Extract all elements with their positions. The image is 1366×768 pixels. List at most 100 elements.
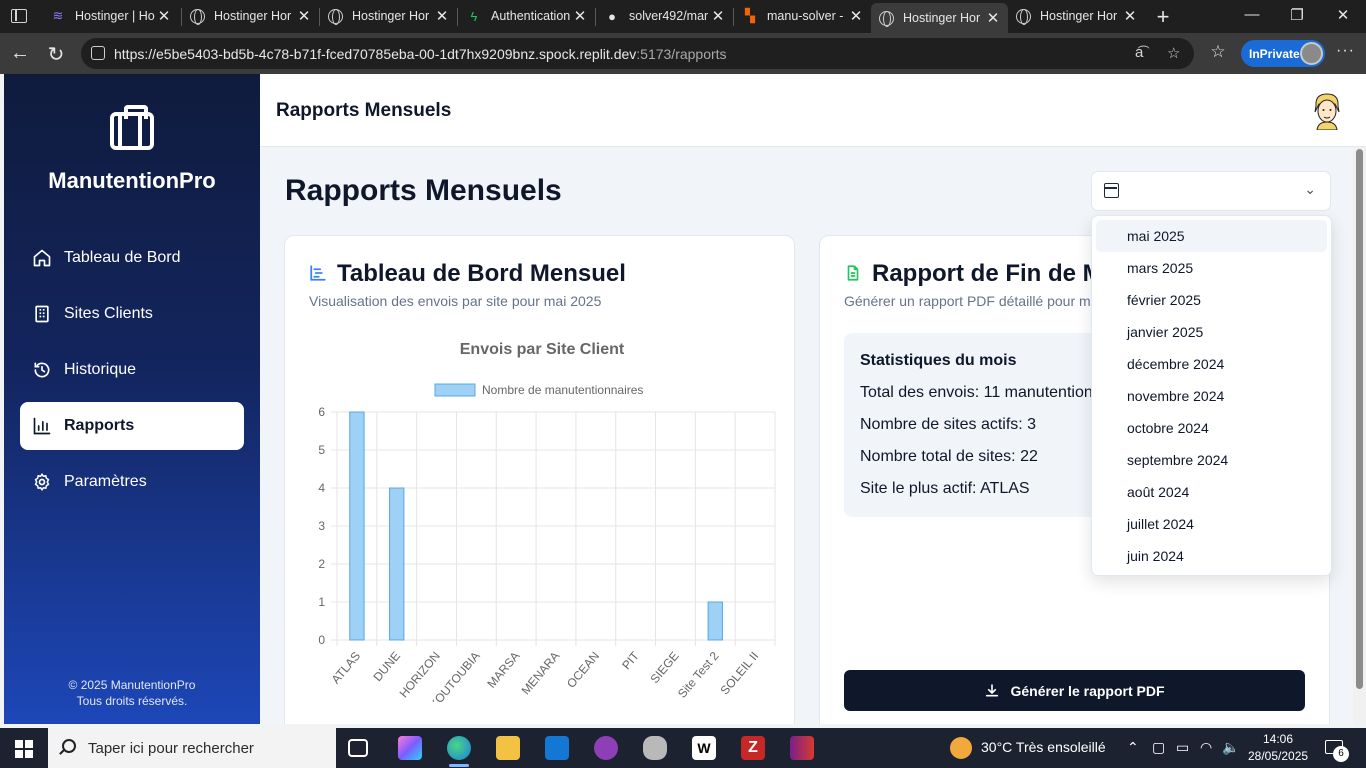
sidebar-item-rapports[interactable]: Rapports bbox=[20, 402, 244, 450]
winrar-icon[interactable] bbox=[790, 736, 814, 760]
tab-actions-icon[interactable] bbox=[11, 9, 27, 23]
download-icon bbox=[986, 683, 999, 696]
close-tab-icon[interactable]: ✕ bbox=[1121, 7, 1139, 25]
month-option[interactable]: décembre 2024 bbox=[1096, 348, 1327, 380]
globe-icon bbox=[190, 8, 205, 25]
x-tick-label: Site Test 2 bbox=[675, 649, 722, 701]
chart-gantt-icon bbox=[310, 265, 326, 281]
browser-tab[interactable]: ▚ manu-solver - ✕ bbox=[734, 3, 871, 29]
scrollbar-thumb[interactable] bbox=[1356, 149, 1363, 689]
bar[interactable] bbox=[707, 601, 723, 641]
monthly-dashboard-card: Tableau de Bord Mensuel Visualisation de… bbox=[284, 235, 795, 724]
page-scrollbar[interactable] bbox=[1353, 147, 1366, 724]
address-bar-row: ← ↻ https://e5be5403-bd5b-4c78-b71f-fced… bbox=[0, 33, 1366, 74]
month-option[interactable]: mai 2025 bbox=[1096, 220, 1327, 252]
refresh-icon[interactable]: ↻ bbox=[44, 42, 68, 67]
mail-icon[interactable] bbox=[545, 736, 569, 760]
database-icon[interactable] bbox=[643, 736, 667, 760]
generate-pdf-button[interactable]: Générer le rapport PDF bbox=[844, 670, 1305, 711]
browser-menu-icon[interactable]: ··· bbox=[1336, 42, 1355, 60]
search-placeholder: Taper ici pour rechercher bbox=[88, 739, 254, 757]
weather-text[interactable]: 30°C Très ensoleillé bbox=[981, 739, 1106, 755]
month-option[interactable]: janvier 2025 bbox=[1096, 316, 1327, 348]
month-option[interactable]: février 2025 bbox=[1096, 284, 1327, 316]
url-field[interactable]: https://e5be5403-bd5b-4c78-b71f-fced7078… bbox=[81, 38, 1194, 69]
top-header: Rapports Mensuels bbox=[260, 74, 1366, 147]
tab-title: Authentication bbox=[491, 9, 571, 23]
month-select[interactable]: ⌄ bbox=[1091, 171, 1331, 211]
tab-title: Hostinger Hor bbox=[903, 11, 981, 25]
copilot-icon[interactable] bbox=[398, 736, 422, 760]
close-tab-icon[interactable]: ✕ bbox=[295, 7, 313, 25]
sidebar-item-tableau-de-bord[interactable]: Tableau de Bord bbox=[20, 234, 244, 282]
taskbar-clock[interactable]: 14:06 28/05/2025 bbox=[1248, 731, 1308, 765]
brand-name: ManutentionPro bbox=[48, 168, 216, 193]
sidebar-item-sites-clients[interactable]: Sites Clients bbox=[20, 290, 244, 338]
read-aloud-icon[interactable]: a͡ bbox=[1135, 44, 1143, 61]
browser-tab[interactable]: ϟ Authentication ✕ bbox=[458, 3, 595, 29]
close-tab-icon[interactable]: ✕ bbox=[155, 7, 173, 25]
bar[interactable] bbox=[389, 487, 405, 641]
y-tick-label: 1 bbox=[318, 595, 325, 609]
month-option[interactable]: juillet 2024 bbox=[1096, 508, 1327, 540]
rights-text: Tous droits réservés. bbox=[76, 694, 188, 708]
x-tick-label: DUNE bbox=[370, 649, 403, 684]
month-option[interactable]: novembre 2024 bbox=[1096, 380, 1327, 412]
month-option[interactable]: juin 2024 bbox=[1096, 540, 1327, 572]
chart-x-axis: ATLAS DUNEHORIZONKOUTOUBIA MARSAMENARA OCEA… bbox=[329, 648, 762, 702]
windows-start-icon[interactable] bbox=[15, 740, 33, 758]
user-avatar[interactable] bbox=[1312, 92, 1342, 130]
home-icon bbox=[33, 249, 51, 267]
x-tick-label: MARSA bbox=[484, 649, 522, 691]
globe-icon bbox=[328, 8, 343, 25]
chevron-up-icon[interactable]: ⌃ bbox=[1127, 739, 1139, 756]
browser-tab[interactable]: Hostinger Hor ✕ bbox=[1008, 3, 1145, 29]
tab-title: solver492/mar bbox=[629, 9, 709, 23]
month-option[interactable]: septembre 2024 bbox=[1096, 444, 1327, 476]
month-dropdown: mai 2025 mars 2025 février 2025 janvier … bbox=[1091, 215, 1332, 576]
close-window-icon[interactable]: ✕ bbox=[1328, 6, 1358, 24]
browser-tab[interactable]: ● solver492/mar ✕ bbox=[596, 3, 733, 29]
favorite-star-icon[interactable]: ☆ bbox=[1167, 44, 1180, 62]
close-tab-icon[interactable]: ✕ bbox=[984, 9, 1002, 27]
replit-icon: ▚ bbox=[745, 8, 755, 23]
sidebar-item-historique[interactable]: Historique bbox=[20, 346, 244, 394]
calendar-icon bbox=[1104, 183, 1119, 198]
month-option[interactable]: octobre 2024 bbox=[1096, 412, 1327, 444]
minimize-icon[interactable]: — bbox=[1237, 6, 1267, 23]
file-explorer-icon[interactable] bbox=[496, 736, 520, 760]
close-tab-icon[interactable]: ✕ bbox=[571, 7, 589, 25]
close-tab-icon[interactable]: ✕ bbox=[709, 7, 727, 25]
bar[interactable] bbox=[349, 411, 365, 641]
close-tab-icon[interactable]: ✕ bbox=[433, 7, 451, 25]
clock-date: 28/05/2025 bbox=[1248, 749, 1309, 763]
volume-icon[interactable]: 🔈 bbox=[1222, 739, 1239, 756]
browser-tab-active[interactable]: Hostinger Hor ✕ bbox=[871, 3, 1008, 33]
close-tab-icon[interactable]: ✕ bbox=[847, 7, 865, 25]
filezilla-icon[interactable]: Z bbox=[741, 736, 765, 760]
back-icon[interactable]: ← bbox=[8, 42, 32, 65]
browser-tab[interactable]: ≋ Hostinger | Ho ✕ bbox=[42, 3, 179, 29]
globe-icon bbox=[1016, 8, 1031, 25]
stat-site-plus-actif: Site le plus actif: ATLAS bbox=[860, 480, 1030, 497]
wifi-icon[interactable]: ◠ bbox=[1200, 739, 1212, 756]
sidebar-item-parametres[interactable]: Paramètres bbox=[20, 458, 244, 506]
wps-icon[interactable]: W bbox=[692, 736, 716, 760]
browser-tab[interactable]: Hostinger Hor ✕ bbox=[182, 3, 319, 29]
inprivate-badge[interactable]: InPrivate bbox=[1241, 40, 1325, 67]
favorites-icon[interactable]: ☆ bbox=[1206, 42, 1230, 62]
weather-icon[interactable] bbox=[950, 737, 972, 759]
inprivate-label: InPrivate bbox=[1249, 46, 1300, 61]
month-option[interactable]: août 2024 bbox=[1096, 476, 1327, 508]
device-icon[interactable]: ▢ bbox=[1152, 739, 1165, 756]
month-option[interactable]: mars 2025 bbox=[1096, 252, 1327, 284]
taskbar-search-box[interactable]: Taper ici pour rechercher bbox=[48, 728, 336, 768]
battery-icon[interactable]: ▭ bbox=[1176, 739, 1189, 756]
edge-browser-icon[interactable] bbox=[447, 736, 471, 767]
legend-swatch bbox=[434, 383, 476, 397]
task-view-icon[interactable] bbox=[348, 739, 368, 757]
new-tab-icon[interactable]: + bbox=[1152, 4, 1174, 30]
browser-tab[interactable]: Hostinger Hor ✕ bbox=[320, 3, 457, 29]
github-desktop-icon[interactable] bbox=[594, 736, 618, 760]
restore-icon[interactable]: ❐ bbox=[1282, 6, 1312, 24]
